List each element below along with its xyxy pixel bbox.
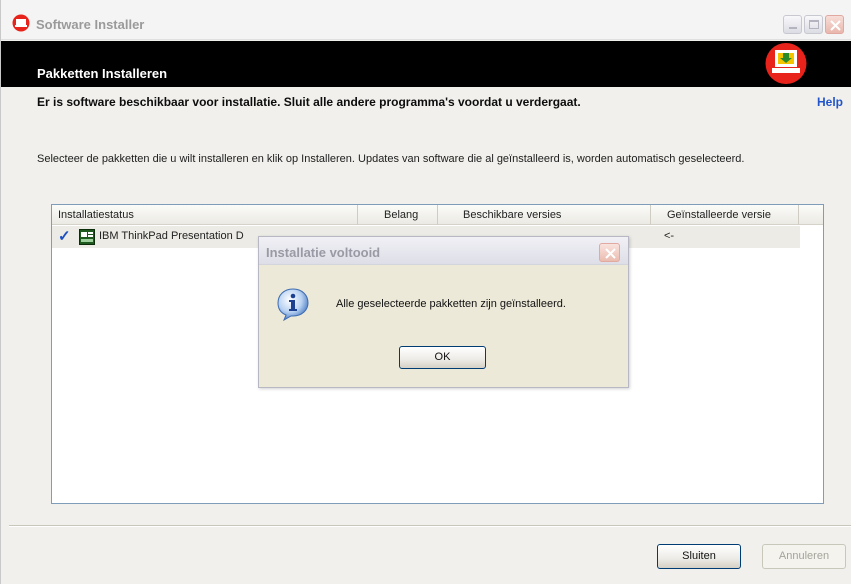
close-icon [605, 248, 616, 259]
column-header-belang[interactable]: Belang [358, 205, 438, 225]
app-red-icon [12, 14, 30, 32]
window-title: Software Installer [36, 17, 145, 32]
dialog-title-bar[interactable]: Installatie voltooid [259, 237, 628, 265]
installer-window: Software Installer Pakketten Installeren… [0, 0, 851, 584]
info-icon [277, 288, 309, 321]
dialog-title: Installatie voltooid [266, 245, 381, 260]
footer-divider [9, 525, 851, 527]
completion-dialog: Installatie voltooid Alle geselecteerde … [258, 236, 629, 388]
install-download-icon [765, 43, 807, 84]
ok-button[interactable]: OK [399, 346, 486, 369]
column-header-available[interactable]: Beschikbare versies [438, 205, 651, 225]
title-bar[interactable]: Software Installer [1, 0, 851, 40]
column-header-status[interactable]: Installatiestatus [52, 205, 358, 225]
close-button[interactable]: Sluiten [657, 544, 741, 569]
dialog-message: Alle geselecteerde pakketten zijn geïnst… [336, 298, 566, 310]
column-header-installed[interactable]: Geïnstalleerde versie [651, 205, 799, 225]
installed-version: <- [664, 230, 675, 242]
page-title: Pakketten Installeren [37, 66, 168, 81]
package-icon [79, 229, 95, 245]
instructions-text: Selecteer de pakketten die u wilt instal… [37, 153, 745, 165]
help-link[interactable]: Help [817, 95, 843, 109]
column-header-filler [799, 205, 823, 225]
maximize-icon [809, 20, 819, 29]
minimize-button[interactable] [783, 15, 802, 34]
close-icon [830, 20, 841, 31]
maximize-button[interactable] [804, 15, 823, 34]
cancel-button[interactable]: Annuleren [762, 544, 846, 569]
notice-text: Er is software beschikbaar voor installa… [37, 95, 581, 109]
list-header: Installatiestatus Belang Beschikbare ver… [52, 205, 823, 225]
dialog-close-button[interactable] [599, 243, 620, 262]
checkmark-icon[interactable]: ✓ [58, 229, 71, 245]
package-name: IBM ThinkPad Presentation D [99, 230, 244, 242]
header-banner: Pakketten Installeren [1, 41, 851, 87]
minimize-icon [789, 27, 797, 29]
window-close-button[interactable] [825, 15, 844, 34]
